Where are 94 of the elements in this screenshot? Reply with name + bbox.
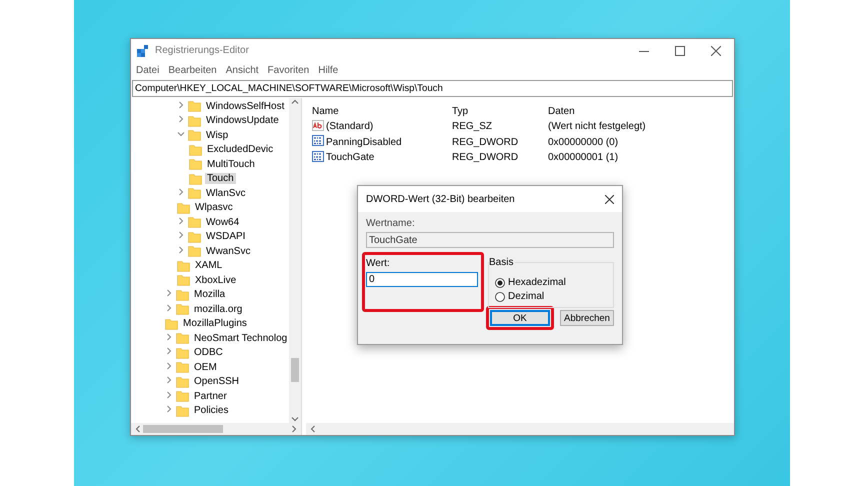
folder-icon: [188, 216, 201, 228]
value-name[interactable]: PanningDisabled: [326, 136, 402, 148]
folder-icon: [177, 202, 190, 214]
value-name[interactable]: TouchGate: [326, 152, 374, 164]
radio-button[interactable]: [495, 292, 505, 302]
vertical-scrollbar[interactable]: [289, 98, 301, 423]
value-type: REG_SZ: [452, 121, 494, 132]
menu-item[interactable]: Hilfe: [318, 65, 338, 76]
value-name-field: TouchGate: [366, 232, 614, 248]
menu-item[interactable]: Datei: [136, 65, 160, 76]
scroll-right-icon[interactable]: [290, 425, 298, 433]
maximize-icon: [675, 46, 685, 56]
folder-icon: [177, 260, 190, 272]
window-title: Registrierungs-Editor: [155, 45, 250, 56]
tree-item[interactable]: Touch: [205, 173, 236, 184]
binary-value-icon: [312, 150, 324, 162]
folder-icon: [189, 172, 202, 185]
value-name-label: Wertname:: [366, 218, 416, 229]
radio-button[interactable]: [495, 278, 505, 288]
folder-icon: [189, 144, 202, 156]
close-icon: [711, 46, 721, 56]
tree-item[interactable]: XAML: [193, 260, 224, 272]
chevron-down-icon[interactable]: [177, 130, 185, 138]
folder-icon: [188, 245, 201, 258]
tree-item[interactable]: XboxLive: [193, 274, 238, 286]
column-header[interactable]: Name: [312, 106, 452, 116]
tree-item[interactable]: Partner: [192, 390, 229, 402]
tree-item[interactable]: NeoSmart Technolog: [192, 332, 289, 344]
folder-icon: [176, 376, 189, 388]
text-value-icon: [312, 120, 324, 131]
close-icon[interactable]: [605, 194, 614, 204]
folder-icon: [188, 187, 201, 200]
folder-icon: [188, 100, 201, 112]
folder-icon: [176, 303, 189, 316]
base-group-label: Basis: [489, 257, 516, 268]
tree-item[interactable]: ODBC: [192, 347, 225, 358]
tree-item[interactable]: OEM: [192, 362, 219, 373]
scroll-left-icon[interactable]: [134, 425, 142, 433]
chevron-right-icon[interactable]: [177, 188, 185, 196]
tree-item[interactable]: WSDAPI: [204, 231, 248, 242]
binary-value-icon: [312, 135, 324, 146]
folder-icon: [188, 114, 201, 127]
tree-item[interactable]: MozillaPlugins: [181, 318, 249, 330]
folder-icon: [176, 346, 189, 359]
tree-item[interactable]: mozilla.org: [192, 304, 244, 315]
scrollbar-thumb[interactable]: [143, 425, 223, 433]
column-header[interactable]: Daten: [548, 106, 734, 116]
tree-item[interactable]: Wlpasvc: [193, 202, 235, 214]
scroll-left-icon[interactable]: [309, 425, 317, 433]
folder-icon: [177, 274, 190, 286]
folder-icon: [176, 404, 189, 417]
radio-label[interactable]: Dezimal: [508, 291, 544, 302]
value-type: REG_DWORD: [452, 136, 520, 148]
value-data-input[interactable]: 0: [366, 272, 478, 287]
scroll-down-icon[interactable]: [291, 415, 299, 423]
folder-icon: [176, 288, 189, 301]
scrollbar-thumb[interactable]: [291, 358, 299, 382]
folder-icon: [189, 158, 202, 170]
value-type: REG_DWORD: [452, 152, 520, 164]
menu-item[interactable]: Ansicht: [226, 65, 259, 76]
tree-item[interactable]: WindowsUpdate: [204, 115, 281, 126]
registry-cubes-icon: [137, 44, 149, 56]
tree-item[interactable]: WindowsSelfHost: [204, 100, 286, 112]
folder-icon: [165, 318, 178, 330]
tree-item[interactable]: ExcludedDevic: [205, 144, 276, 156]
menu-item[interactable]: Bearbeiten: [168, 65, 217, 76]
radio-label[interactable]: Hexadezimal: [508, 277, 566, 288]
tree-item[interactable]: WwanSvc: [204, 246, 252, 257]
value-data: (Wert nicht festgelegt): [548, 121, 647, 132]
tree-item[interactable]: Mozilla: [192, 289, 228, 300]
value-data-label: Wert:: [366, 258, 391, 269]
menu-item[interactable]: Favoriten: [268, 65, 310, 76]
folder-icon: [188, 230, 201, 243]
folder-icon: [176, 390, 189, 402]
dialog-title: DWORD-Wert (32-Bit) bearbeiten: [366, 194, 515, 204]
tree-item[interactable]: Policies: [192, 405, 230, 416]
folder-icon: [176, 332, 189, 344]
tree-item[interactable]: MultiTouch: [205, 158, 257, 170]
value-name[interactable]: (Standard): [326, 121, 374, 132]
dialog-button[interactable]: Abbrechen: [560, 310, 614, 326]
tree-item[interactable]: OpenSSH: [192, 376, 242, 388]
tree-item[interactable]: Wisp: [204, 130, 230, 141]
address-bar[interactable]: Computer\HKEY_LOCAL_MACHINE\SOFTWARE\Microsoft\Wisp\Touch: [132, 80, 733, 97]
dialog-button[interactable]: OK: [490, 310, 550, 326]
horizontal-scrollbar[interactable]: [131, 423, 301, 435]
folder-icon: [188, 129, 201, 142]
value-data: 0x00000000 (0): [548, 136, 620, 148]
tree-item[interactable]: WlanSvc: [204, 188, 248, 199]
column-header[interactable]: Typ: [452, 106, 548, 116]
horizontal-scrollbar[interactable]: [306, 423, 734, 435]
value-data: 0x00000001 (1): [548, 152, 620, 164]
folder-icon: [176, 361, 189, 374]
tree-item[interactable]: Wow64: [204, 216, 242, 228]
scroll-up-icon[interactable]: [291, 98, 299, 106]
